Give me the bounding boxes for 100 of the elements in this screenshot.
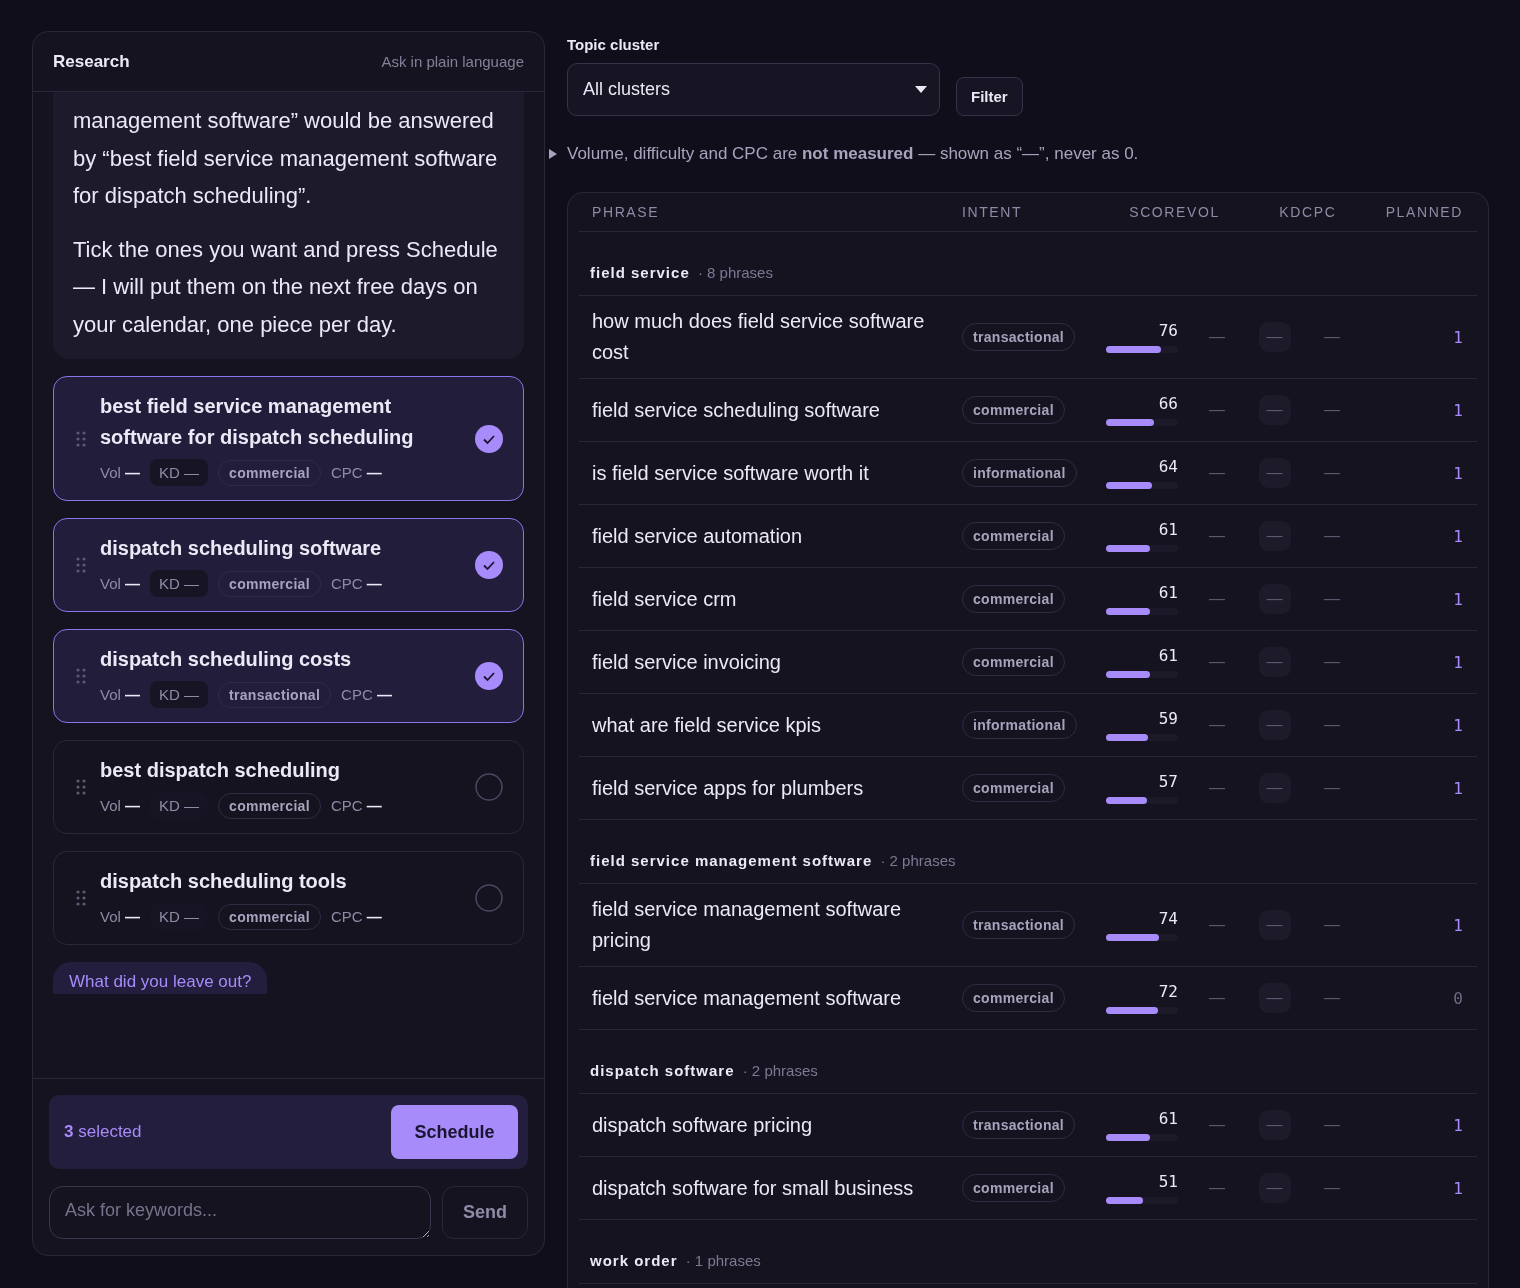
volume-metric: Vol — [100, 575, 141, 592]
group-count: · 2 phrases [879, 852, 956, 869]
planned-cell-text: 1 [1452, 778, 1463, 798]
caret-icon [915, 86, 927, 93]
cpc-cell-text: — [1323, 328, 1341, 346]
difficulty-metric: KD — [150, 459, 209, 486]
volume-cell-text: — [1208, 989, 1226, 1007]
volume-metric: Vol — [100, 686, 141, 703]
planned-cell-text: 1 [1452, 715, 1463, 735]
message-paragraph: Tick the ones you want and press Schedule — I will put them on the next free days on your calendar, one piece per day. [73, 235, 499, 339]
checkbox[interactable] [475, 662, 503, 690]
filter-button[interactable]: Filter [956, 77, 1023, 116]
planned-cell-text: 1 [1452, 400, 1463, 420]
score-value: 61 [1158, 583, 1178, 602]
volume-cell-text: — [1208, 916, 1226, 934]
suggestion-chip[interactable]: What did you leave out? [53, 962, 268, 994]
phrase-cell-text: field service automation [592, 523, 804, 549]
group-name: dispatch software [590, 1062, 735, 1079]
keyword-title: best dispatch scheduling [100, 758, 342, 783]
volume-cell-text: — [1208, 590, 1226, 608]
drag-handle-icon[interactable] [76, 668, 86, 684]
group-name: field service management software [590, 852, 873, 869]
cpc-cell-text: — [1323, 590, 1341, 608]
chat-input[interactable]: Ask for keywords... [49, 1186, 431, 1239]
checkbox[interactable] [475, 773, 503, 801]
cpc-metric: CPC — [330, 797, 382, 814]
cpc-cell-text: — [1323, 464, 1341, 482]
planned-cell-text: 1 [1452, 589, 1463, 609]
keyword-card[interactable]: best field service management software for dispatch scheduling Vol — KD — commercial CPC — [53, 376, 524, 501]
drag-handle-icon[interactable] [76, 557, 86, 573]
cpc-metric: CPC — [341, 686, 392, 703]
drag-handle-icon[interactable] [76, 890, 86, 906]
phrase-cell-text: how much does field service software cost [592, 309, 926, 365]
difficulty-cell: — [1258, 710, 1291, 740]
drag-handle-icon[interactable] [76, 430, 86, 447]
volume-metric: Vol — [100, 464, 141, 481]
score-value: 61 [1158, 1109, 1178, 1128]
cluster-dropdown[interactable]: All clusters [567, 63, 940, 116]
phrase-cell-text: field service apps for plumbers [592, 775, 865, 801]
volume-cell-text: — [1208, 527, 1226, 545]
keyword-title: dispatch scheduling costs [100, 647, 353, 672]
cpc-cell-text: — [1323, 1179, 1341, 1197]
keyword-card[interactable]: dispatch scheduling costs Vol — KD — transactional CPC — [53, 629, 524, 723]
volume-metric: Vol — [100, 908, 141, 925]
difficulty-metric: KD — [150, 792, 209, 819]
column-header: PLANNED [1384, 204, 1463, 220]
send-button[interactable]: Send [442, 1186, 528, 1239]
panel-title: Research [53, 51, 130, 72]
score-value: 61 [1158, 520, 1178, 539]
checkbox[interactable] [475, 884, 503, 912]
difficulty-cell: — [1258, 1110, 1291, 1140]
score-value: 61 [1158, 646, 1178, 665]
volume-cell-text: — [1208, 464, 1226, 482]
filter-label: Topic cluster [567, 36, 661, 53]
schedule-button[interactable]: Schedule [391, 1105, 518, 1159]
group-count: · 8 phrases [696, 264, 773, 281]
phrase-cell-text: field service management software pricing [592, 897, 903, 953]
group-count: · 2 phrases [741, 1062, 818, 1079]
phrase-cell-text: field service crm [592, 586, 738, 612]
score-value: 64 [1158, 457, 1178, 476]
phrase-cell-text: what are field service kpis [592, 712, 822, 738]
planned-cell-text: 1 [1452, 1178, 1463, 1198]
difficulty-cell: — [1258, 458, 1291, 488]
keyword-card[interactable]: best dispatch scheduling Vol — KD — commercial CPC — [53, 740, 524, 834]
difficulty-cell: — [1258, 773, 1291, 803]
cpc-cell-text: — [1323, 527, 1341, 545]
volume-cell-text: — [1208, 1116, 1226, 1134]
score-value: 72 [1158, 982, 1178, 1001]
score-value: 57 [1158, 772, 1178, 791]
score-value: 59 [1158, 709, 1178, 728]
keyword-card[interactable]: dispatch scheduling software Vol — KD — commercial CPC — [53, 518, 524, 612]
difficulty-cell: — [1258, 647, 1291, 677]
cpc-cell-text: — [1323, 653, 1341, 671]
message-paragraph: management software” would be answered by “best field service management software for dispatch scheduling”. [73, 107, 499, 210]
keyword-title: dispatch scheduling tools [100, 869, 348, 894]
volume-cell-text: — [1208, 653, 1226, 671]
difficulty-metric: KD — [150, 570, 209, 597]
column-header: SCORE [1128, 204, 1187, 220]
difficulty-cell: — [1258, 521, 1291, 551]
planned-cell-text: 1 [1452, 915, 1463, 935]
difficulty-cell: — [1258, 584, 1291, 614]
volume-cell-text: — [1208, 401, 1226, 419]
difficulty-metric: KD — [150, 681, 209, 708]
phrase-cell-text: is field service software worth it [592, 460, 870, 486]
drag-handle-icon[interactable] [76, 779, 86, 795]
phrase-cell-text: field service management software [592, 985, 903, 1011]
cpc-cell-text: — [1323, 1116, 1341, 1134]
phrase-cell-text: field service scheduling software [592, 397, 881, 423]
column-header: PHRASE [592, 204, 661, 220]
column-header: KD [1278, 204, 1302, 220]
keyword-card[interactable]: dispatch scheduling tools Vol — KD — commercial CPC — [53, 851, 524, 945]
checkbox[interactable] [475, 551, 503, 579]
planned-cell-text: 1 [1452, 463, 1463, 483]
planned-cell-text: 1 [1452, 327, 1463, 347]
checkbox[interactable] [475, 424, 503, 453]
difficulty-cell: — [1258, 983, 1291, 1013]
group-count: · 1 phrases [684, 1252, 761, 1269]
volume-cell-text: — [1208, 779, 1226, 797]
difficulty-cell: — [1258, 910, 1291, 940]
disclosure-triangle-icon[interactable] [548, 149, 558, 159]
